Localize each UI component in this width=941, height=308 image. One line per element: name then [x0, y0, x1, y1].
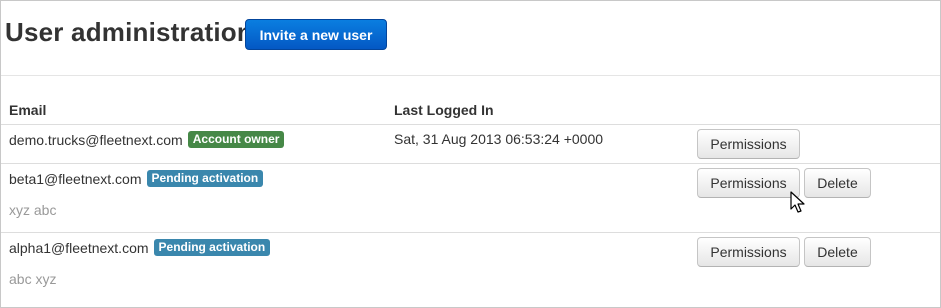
user-note: abc xyz	[9, 271, 57, 287]
permissions-button[interactable]: Permissions	[697, 129, 800, 159]
table-row: alpha1@fleetnext.com Pending activation …	[1, 233, 940, 307]
mouse-pointer-icon	[790, 191, 805, 213]
page-header: User administration Invite a new user	[1, 1, 940, 76]
page-title: User administration	[5, 17, 253, 47]
permissions-button[interactable]: Permissions	[697, 168, 800, 198]
user-email-cell: alpha1@fleetnext.com Pending activation	[9, 239, 271, 256]
column-header-email: Email	[9, 102, 47, 118]
permissions-button[interactable]: Permissions	[697, 237, 800, 267]
delete-button[interactable]: Delete	[804, 168, 871, 198]
user-email: demo.trucks@fleetnext.com	[9, 131, 183, 148]
table-row: demo.trucks@fleetnext.com Account owner …	[1, 125, 940, 163]
pending-activation-badge: Pending activation	[153, 239, 271, 256]
user-email: beta1@fleetnext.com	[9, 170, 142, 187]
user-email: alpha1@fleetnext.com	[9, 239, 149, 256]
user-email-cell: demo.trucks@fleetnext.com Account owner	[9, 131, 285, 148]
invite-user-button[interactable]: Invite a new user	[245, 19, 387, 50]
column-header-last-logged-in: Last Logged In	[394, 102, 494, 118]
pending-activation-badge: Pending activation	[146, 170, 264, 187]
user-admin-panel: User administration Invite a new user Em…	[0, 0, 941, 308]
account-owner-badge: Account owner	[187, 131, 285, 148]
last-logged-in: Sat, 31 Aug 2013 06:53:24 +0000	[394, 131, 604, 147]
delete-button[interactable]: Delete	[804, 237, 871, 267]
user-email-cell: beta1@fleetnext.com Pending activation	[9, 170, 264, 187]
user-note: xyz abc	[9, 202, 57, 218]
